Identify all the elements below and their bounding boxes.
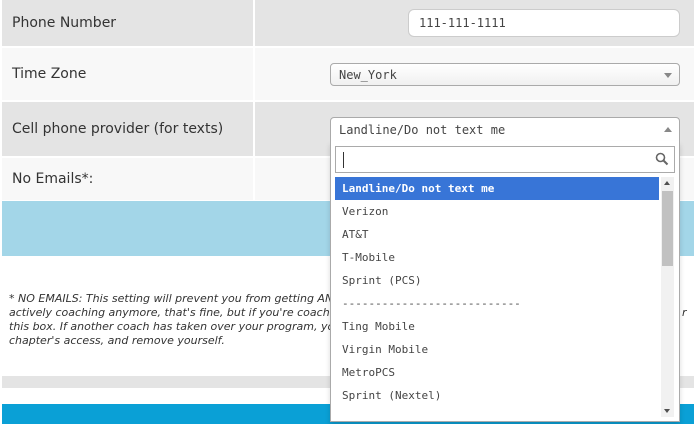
dropdown-option-metropcs[interactable]: MetroPCS (335, 361, 659, 384)
dropdown-option-verizon[interactable]: Verizon (335, 200, 659, 223)
provider-value: Landline/Do not text me (339, 122, 506, 137)
phone-input[interactable]: 111-111-1111 (408, 9, 680, 37)
dropdown-option-sprint-nextel[interactable]: Sprint (Nextel) (335, 384, 659, 407)
text-caret (343, 152, 344, 168)
scroll-up-icon[interactable] (664, 181, 670, 185)
cell-divider (253, 102, 255, 156)
dropdown-option-landline[interactable]: Landline/Do not text me (335, 177, 659, 200)
timezone-label: Time Zone (12, 66, 87, 82)
phone-row: Phone Number 111-111-1111 (2, 0, 694, 46)
chevron-down-icon (664, 72, 672, 78)
provider-select[interactable]: Landline/Do not text me (330, 117, 680, 142)
dropdown-search-input[interactable] (335, 146, 675, 173)
scroll-thumb[interactable] (662, 191, 673, 266)
cell-divider (253, 158, 255, 200)
dropdown-option-virgin[interactable]: Virgin Mobile (335, 338, 659, 361)
timezone-value: New_York (339, 67, 397, 82)
no-emails-label: No Emails*: (12, 171, 94, 187)
timezone-select[interactable]: New_York (330, 63, 680, 86)
timezone-row: Time Zone New_York (2, 48, 694, 100)
scroll-down-icon[interactable] (664, 409, 670, 413)
phone-label: Phone Number (12, 15, 117, 31)
dropdown-options: Landline/Do not text me Verizon AT&T T-M… (335, 177, 659, 417)
note-fragment: r (682, 306, 687, 319)
dropdown-option-separator[interactable]: --------------------------- (335, 292, 659, 315)
dropdown-option-ting[interactable]: Ting Mobile (335, 315, 659, 338)
search-icon (655, 152, 669, 166)
cell-divider (253, 48, 255, 100)
cell-divider (253, 0, 255, 46)
provider-dropdown: Landline/Do not text me Verizon AT&T T-M… (330, 141, 680, 422)
dropdown-scrollbar[interactable] (661, 177, 674, 417)
dropdown-option-att[interactable]: AT&T (335, 223, 659, 246)
dropdown-option-tmobile[interactable]: T-Mobile (335, 246, 659, 269)
provider-label: Cell phone provider (for texts) (12, 121, 224, 137)
chevron-up-icon (664, 126, 672, 132)
dropdown-option-sprint-pcs[interactable]: Sprint (PCS) (335, 269, 659, 292)
